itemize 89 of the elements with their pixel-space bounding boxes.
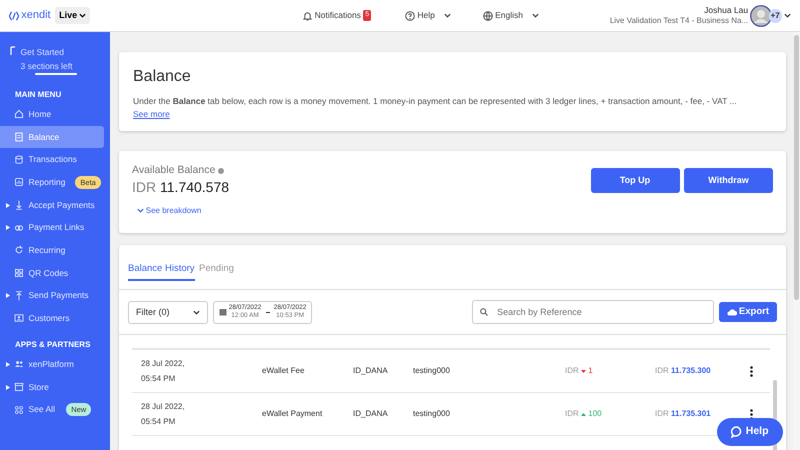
chart-icon — [14, 177, 24, 188]
store-icon — [14, 382, 24, 392]
people-icon — [14, 359, 24, 370]
sidebar-item[interactable]: Home — [0, 102, 104, 126]
chevron-down-icon — [444, 13, 451, 18]
account-chevron-icon — [784, 13, 791, 18]
currency-cell: IDR — [655, 408, 669, 420]
channel-cell-text: ID_DANA — [353, 365, 389, 378]
language-dropdown[interactable]: English — [495, 9, 539, 22]
chevron-down-icon — [193, 310, 200, 315]
up-arrow-icon — [14, 290, 24, 301]
sidebar-item[interactable]: Send Payments — [0, 284, 104, 308]
tab[interactable]: Pending — [199, 262, 234, 282]
balance-label: Available Balance — [132, 163, 216, 178]
more-options-icon[interactable] — [750, 366, 753, 377]
type-cell-text: eWallet Payment — [262, 408, 324, 420]
currency-label: IDR — [132, 178, 156, 195]
grid-icon — [14, 404, 24, 415]
notifications-button[interactable]: Notifications — [314, 9, 361, 22]
see-breakdown-link[interactable]: See breakdown — [146, 204, 202, 217]
contact-card-icon — [14, 313, 24, 324]
time-cell-text: 05:54 PM — [141, 373, 176, 386]
export-button[interactable]: Export — [718, 302, 777, 322]
info-icon — [218, 168, 224, 174]
expand-caret-icon — [6, 293, 10, 298]
reference-cell-text: testing000 — [413, 408, 451, 420]
filter-dropdown[interactable]: Filter (0) — [128, 300, 208, 324]
section-heading: APPS & PARTNERS — [14, 338, 92, 351]
channel-cell-text: ID_DANA — [353, 408, 389, 420]
action-button[interactable]: Withdraw — [684, 168, 773, 193]
get-started-link[interactable]: Get Started — [20, 46, 76, 60]
chevron-down-icon — [532, 13, 539, 18]
expand-caret-icon — [6, 362, 10, 367]
home-icon — [14, 109, 24, 120]
balance-amount: 11.740.578 — [160, 178, 230, 195]
sidebar-item[interactable]: QR Codes — [0, 262, 104, 284]
currency-cell: IDR — [565, 408, 579, 420]
breakdown-chevron-icon — [136, 208, 144, 214]
help-icon — [405, 10, 416, 20]
sidebar-item[interactable]: Payment Links — [0, 216, 104, 240]
refresh-icon — [14, 245, 24, 256]
expand-caret-icon — [6, 384, 10, 390]
sidebar-item[interactable]: xenPlatform — [0, 353, 104, 376]
link-icon — [14, 222, 24, 233]
chat-icon — [731, 426, 744, 438]
time-cell-text: 05:54 PM — [141, 416, 176, 428]
expand-caret-icon — [6, 225, 10, 230]
amount-cell: 1 — [588, 365, 593, 378]
down-arrow-icon — [14, 200, 24, 210]
date-cell-text: 28 Jul 2022, — [141, 401, 186, 414]
user-name: Joshua Lau — [703, 4, 748, 16]
extra-accounts-count: +7 — [768, 8, 782, 22]
document-icon — [14, 132, 24, 142]
bell-icon — [303, 10, 312, 20]
sidebar-item[interactable]: Customers — [0, 307, 104, 330]
search-field[interactable]: Search by Reference — [472, 300, 714, 324]
help-chat-button[interactable]: Help — [717, 418, 783, 446]
cloud-icon — [726, 308, 737, 316]
sidebar-item[interactable]: Store — [0, 376, 104, 398]
mode-dropdown[interactable]: Live — [55, 6, 90, 24]
currency-cell: IDR — [565, 365, 579, 378]
tab[interactable]: Balance History — [128, 262, 195, 282]
page-title: Balance — [133, 67, 192, 87]
sidebar-item[interactable]: Recurring — [0, 239, 104, 262]
balance-cell: 11.735.300 — [671, 365, 711, 378]
date-cell-text: 28 Jul 2022, — [141, 358, 186, 370]
avatar-icon[interactable] — [750, 4, 772, 26]
coins-icon — [14, 154, 24, 165]
qr-code-icon — [14, 268, 24, 278]
action-button[interactable]: Top Up — [590, 168, 680, 193]
amount-cell: 100 — [588, 408, 602, 420]
sidebar-item[interactable]: Transactions — [0, 148, 104, 171]
chevron-down-icon — [79, 13, 86, 18]
section-heading: MAIN MENU — [14, 88, 62, 101]
sidebar-item[interactable]: Accept Payments — [0, 194, 104, 216]
balance-cell: 11.735.301 — [671, 408, 711, 420]
globe-icon — [482, 10, 493, 20]
sidebar-item[interactable]: Balance — [0, 126, 104, 148]
currency-cell: IDR — [655, 365, 669, 378]
expand-caret-icon — [6, 202, 10, 208]
logo-icon — [9, 10, 19, 20]
reference-cell-text: testing000 — [413, 365, 451, 378]
business-name: Live Validation Test T4 - Business Na... — [610, 16, 748, 26]
type-cell-text: eWallet Fee — [262, 365, 306, 378]
description-text: Under the Balance tab below, each row is a money movement. 1 money-in payment can be represented with 3 ledger lines, + transaction amount, - fee, - VAT ... — [133, 95, 738, 108]
help-dropdown[interactable]: Help — [417, 9, 451, 22]
see-more-link[interactable]: See more — [133, 108, 170, 119]
logo-text: xendit — [21, 8, 51, 24]
sections-left-text: 3 sections left — [20, 60, 74, 73]
